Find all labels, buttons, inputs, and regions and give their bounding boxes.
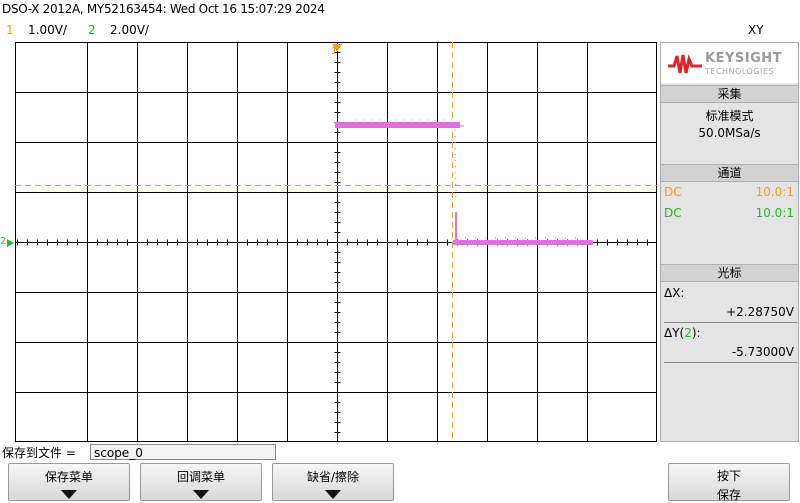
default-erase-label: 缺省/擦除 [306, 470, 360, 484]
save-menu-button[interactable]: 保存菜单 [8, 463, 130, 501]
channel2-probe: 10.0:1 [755, 206, 794, 220]
save-to-file-label: 保存到文件 = [2, 446, 76, 460]
cursor-divider-2 [664, 362, 797, 363]
channel1-scale: 1.00V/ [28, 23, 67, 37]
channel2-marker-label: 2 [0, 236, 7, 247]
cursor-divider [664, 322, 797, 323]
channel2-number: 2 [88, 23, 96, 37]
acquisition-mode: 标准模式 [705, 109, 754, 123]
keysight-logo: KEYSIGHT TECHNOLOGIES [661, 43, 798, 83]
channel2-coupling: DC [664, 206, 682, 220]
info-sidebar: KEYSIGHT TECHNOLOGIES 采集 标准模式 50.0MSa/s … [660, 42, 799, 442]
ground-icon [7, 239, 14, 247]
channel1-number: 1 [6, 23, 14, 37]
brand-subtitle: TECHNOLOGIES [705, 67, 774, 76]
sample-rate: 50.0MSa/s [698, 126, 761, 140]
press-save-button[interactable]: 按下 保存 [668, 463, 790, 502]
window-title: DSO-X 2012A, MY52163454: Wed Oct 16 15:0… [2, 2, 325, 16]
arrow-down-icon [193, 490, 209, 499]
channel2-scale: 2.00V/ [110, 23, 149, 37]
arrow-down-icon [61, 490, 77, 499]
cursor-header: 光标 [661, 264, 798, 282]
brand-name: KEYSIGHT [705, 51, 782, 66]
delta-y-value: -5.73000V [731, 345, 794, 359]
delta-y-label: ΔY(2): [664, 326, 701, 340]
save-menu-label: 保存菜单 [44, 470, 93, 484]
delta-y-prefix: ΔY( [664, 326, 685, 340]
channel1-coupling: DC [664, 185, 682, 199]
default-erase-button[interactable]: 缺省/擦除 [272, 463, 394, 501]
channel2-ground-marker: 2 [0, 236, 15, 252]
save-label: 保存 [716, 488, 741, 502]
arrow-down-icon [325, 490, 341, 499]
channel1-probe: 10.0:1 [755, 185, 794, 199]
delta-x-label: ΔX: [664, 286, 685, 300]
press-label: 按下 [716, 469, 741, 483]
delta-y-suffix: ): [691, 326, 701, 340]
waveform-display: 1 [15, 42, 657, 442]
delta-x-value: +2.28750V [726, 305, 794, 319]
delta-y-channel: 2 [684, 326, 692, 340]
recall-menu-label: 回调菜单 [176, 470, 225, 484]
recall-menu-button[interactable]: 回调菜单 [140, 463, 262, 501]
channel-header: 通道 [661, 164, 798, 182]
filename-field[interactable]: scope_0 [90, 444, 276, 460]
acquisition-header: 采集 [661, 85, 798, 103]
display-mode: XY [748, 23, 764, 37]
channel1-marker: 1 [331, 46, 337, 57]
keysight-wave-icon [668, 54, 702, 74]
